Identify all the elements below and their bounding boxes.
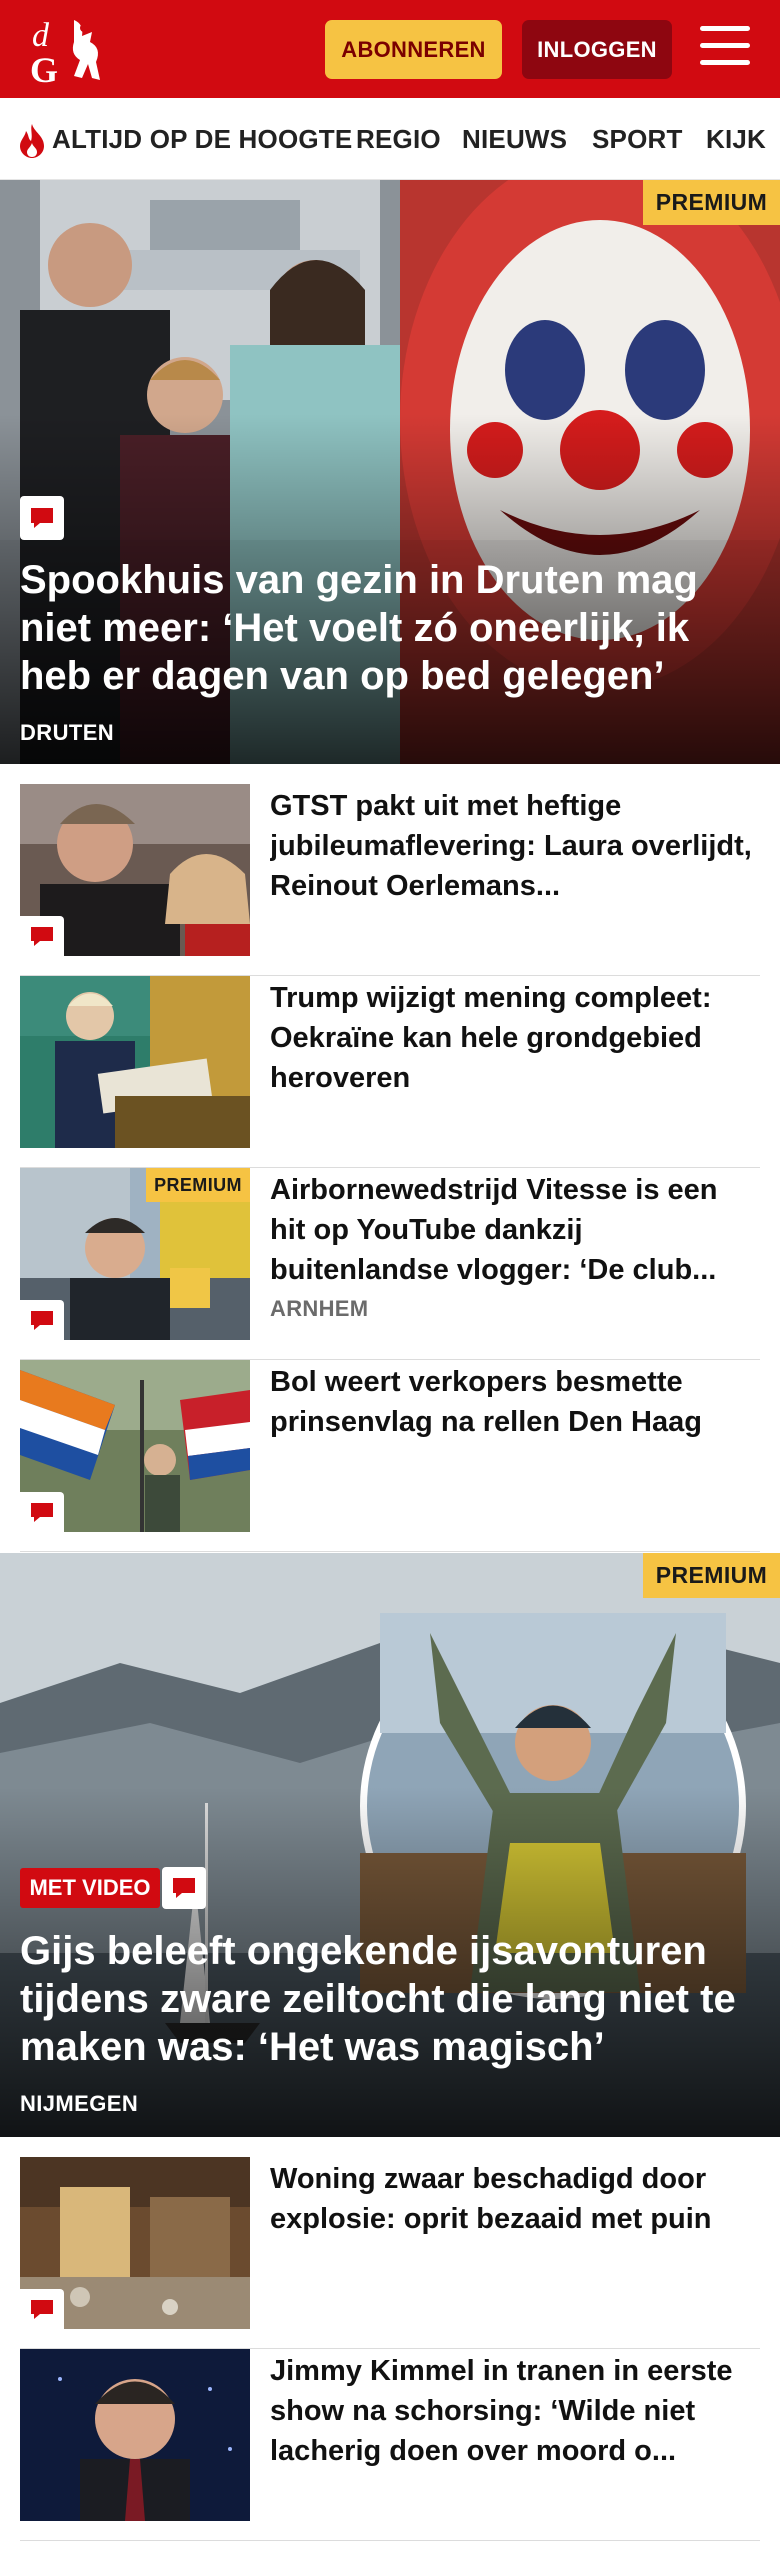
- hero-article-2[interactable]: PREMIUM MET VIDEO Gijs beleeft ongekende…: [0, 1553, 780, 2137]
- premium-badge: PREMIUM: [146, 1168, 250, 1202]
- top-bar: d G ABONNEREN INLOGGEN: [0, 0, 780, 98]
- logo[interactable]: d G: [22, 12, 122, 88]
- comment-icon: [20, 496, 64, 540]
- list-item[interactable]: PREMIUM Airbornewedstrijd Vitesse is een…: [20, 1168, 760, 1360]
- hero-region: NIJMEGEN: [20, 2091, 139, 2116]
- flame-icon: [20, 124, 44, 158]
- comment-icon: [162, 1867, 206, 1909]
- article-title[interactable]: Trump wijzigt mening compleet: Oekraïne …: [270, 978, 760, 1098]
- comment-icon: [20, 1300, 64, 1340]
- premium-badge: PREMIUM: [643, 180, 780, 225]
- article-thumbnail: PREMIUM: [20, 1168, 250, 1340]
- comment-icon: [20, 1492, 64, 1532]
- hero-title[interactable]: Spookhuis van gezin in Druten mag niet m…: [20, 556, 760, 700]
- list-item[interactable]: Trump wijzigt mening compleet: Oekraïne …: [20, 976, 760, 1168]
- hero-article-1[interactable]: PREMIUM Spookhuis van gezin in Druten ma…: [0, 180, 780, 764]
- article-thumbnail: [20, 976, 250, 1148]
- list-item[interactable]: Woning zwaar beschadigd door explosie: o…: [20, 2157, 760, 2349]
- section-nav: ALTIJD OP DE HOOGTE REGIO NIEUWS SPORT K…: [0, 98, 780, 180]
- nav-item-altijd-op-de-hoogte[interactable]: ALTIJD OP DE HOOGTE: [52, 124, 352, 155]
- list-item[interactable]: GTST pakt uit met heftige jubileumafleve…: [20, 784, 760, 976]
- comment-icon: [20, 2289, 64, 2329]
- list-item[interactable]: Bol weert verkopers besmette prinsenvlag…: [20, 1360, 760, 1552]
- logo-g: G: [30, 50, 58, 88]
- article-thumbnail: [20, 784, 250, 956]
- article-thumbnail: [20, 2349, 250, 2521]
- article-title[interactable]: GTST pakt uit met heftige jubileumafleve…: [270, 786, 760, 906]
- video-badge: MET VIDEO: [20, 1868, 160, 1908]
- article-title[interactable]: Bol weert verkopers besmette prinsenvlag…: [270, 1362, 760, 1442]
- nav-item-kijk[interactable]: KIJK: [706, 124, 766, 155]
- logo-d: d: [32, 17, 50, 54]
- article-region: ARNHEM: [270, 1296, 369, 1321]
- article-title[interactable]: Airbornewedstrijd Vitesse is een hit op …: [270, 1170, 760, 1290]
- article-title[interactable]: Jimmy Kimmel in tranen in eerste show na…: [270, 2351, 760, 2471]
- hamburger-icon[interactable]: [700, 26, 752, 70]
- hero-title[interactable]: Gijs beleeft ongekende ijsavonturen tijd…: [20, 1927, 760, 2071]
- article-title[interactable]: Woning zwaar beschadigd door explosie: o…: [270, 2159, 760, 2239]
- nav-item-sport[interactable]: SPORT: [592, 124, 683, 155]
- list-item[interactable]: Jimmy Kimmel in tranen in eerste show na…: [20, 2349, 760, 2541]
- article-thumbnail: [20, 2157, 250, 2329]
- subscribe-button[interactable]: ABONNEREN: [325, 20, 502, 79]
- login-button[interactable]: INLOGGEN: [522, 20, 672, 79]
- nav-item-nieuws[interactable]: NIEUWS: [462, 124, 567, 155]
- hero-region: DRUTEN: [20, 720, 115, 745]
- premium-badge: PREMIUM: [643, 1553, 780, 1598]
- nav-item-regio[interactable]: REGIO: [356, 124, 441, 155]
- comment-icon: [20, 916, 64, 956]
- article-thumbnail: [20, 1360, 250, 1532]
